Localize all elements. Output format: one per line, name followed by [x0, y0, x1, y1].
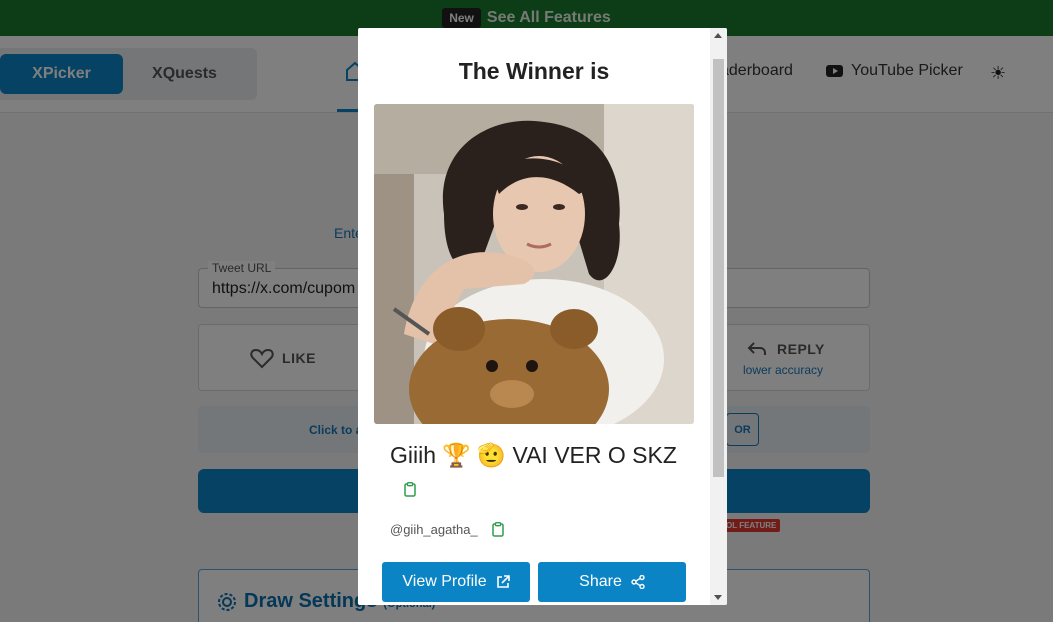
share-icon	[631, 575, 645, 589]
view-profile-label: View Profile	[402, 573, 487, 590]
winner-name: Giiih 🏆 🫡 VAI VER O SKZ	[390, 442, 677, 468]
modal-scrollbar[interactable]	[710, 28, 727, 605]
scroll-up-arrow-icon[interactable]	[714, 33, 722, 38]
winner-name-block: Giiih 🏆 🫡 VAI VER O SKZ	[390, 439, 690, 505]
share-label: Share	[579, 573, 622, 590]
external-link-icon	[496, 575, 510, 588]
winner-photo-image	[374, 104, 694, 424]
winner-handle-row: @giih_agatha_	[390, 522, 504, 537]
modal-title: The Winner is	[458, 58, 610, 84]
scroll-thumb[interactable]	[713, 59, 724, 477]
share-button[interactable]: Share	[538, 562, 686, 602]
winner-handle: @giih_agatha_	[390, 522, 478, 537]
winner-modal: The Winner is Giiih 🏆 🫡 VAI VER O SKZ @g…	[358, 28, 727, 605]
winner-avatar	[374, 104, 694, 424]
view-profile-button[interactable]: View Profile	[382, 562, 530, 602]
clipboard-icon[interactable]	[404, 482, 416, 498]
clipboard-handle-icon[interactable]	[491, 522, 504, 537]
scroll-down-arrow-icon[interactable]	[714, 595, 722, 600]
